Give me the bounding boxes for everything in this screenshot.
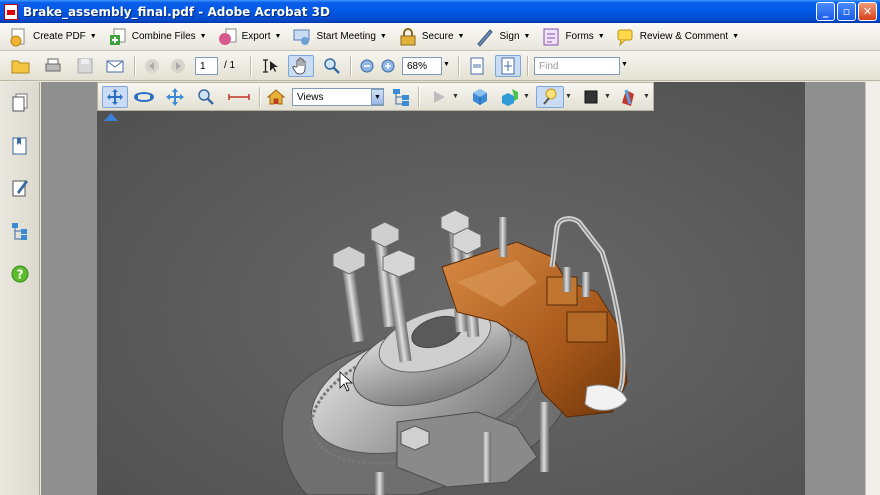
lighting-dropdown-icon[interactable]: ▼ bbox=[565, 93, 572, 100]
document-gutter-right bbox=[805, 82, 865, 495]
cross-section-icon[interactable] bbox=[617, 86, 639, 108]
title-bar: Brake_assembly_final.pdf - Adobe Acrobat… bbox=[0, 0, 880, 23]
projection-cube-icon[interactable] bbox=[469, 86, 491, 108]
open-folder-icon[interactable] bbox=[10, 55, 32, 77]
create-pdf-button[interactable]: Create PDF ▼ bbox=[8, 25, 97, 49]
export-button[interactable]: Export ▼ bbox=[217, 25, 282, 49]
zoom-out-icon[interactable] bbox=[356, 55, 378, 77]
views-select-value: Views bbox=[297, 91, 324, 103]
chevron-down-icon: ▼ bbox=[89, 33, 97, 40]
zoom-in-icon[interactable] bbox=[377, 55, 399, 77]
document-gutter-left bbox=[41, 82, 97, 495]
pages-icon[interactable] bbox=[9, 92, 31, 114]
close-button[interactable]: ✕ bbox=[858, 2, 877, 21]
combine-files-button[interactable]: Combine Files ▼ bbox=[107, 25, 207, 49]
fit-width-icon[interactable] bbox=[466, 55, 488, 77]
sign-button[interactable]: Sign ▼ bbox=[474, 25, 530, 49]
chevron-down-icon: ▼ bbox=[379, 33, 387, 40]
page-total: / 1 bbox=[224, 60, 236, 71]
render-dropdown-icon[interactable]: ▼ bbox=[523, 93, 530, 100]
page-number-input[interactable]: 1 bbox=[195, 57, 218, 75]
home-view-icon[interactable] bbox=[265, 86, 287, 108]
navigation-toolbar: 1 / 1 68% ▼ Find ▼ bbox=[0, 51, 880, 81]
render-mode-icon[interactable] bbox=[499, 86, 521, 108]
cross-section-dropdown-icon[interactable]: ▼ bbox=[643, 93, 650, 100]
rotate-icon[interactable] bbox=[102, 86, 128, 108]
bookmarks-icon[interactable] bbox=[9, 135, 31, 157]
secure-button[interactable]: Secure ▼ bbox=[397, 25, 465, 49]
hand-tool-icon[interactable] bbox=[288, 55, 314, 77]
model-tree-toggle-icon[interactable] bbox=[390, 86, 412, 108]
brake-assembly-model[interactable] bbox=[97, 82, 805, 495]
help-icon[interactable]: ? bbox=[9, 263, 31, 285]
print-icon[interactable] bbox=[42, 55, 64, 77]
toolbar-expand-indicator[interactable] bbox=[104, 113, 118, 121]
combine-files-icon bbox=[107, 26, 129, 48]
previous-page-icon[interactable] bbox=[141, 55, 163, 77]
maximize-button[interactable]: ▫ bbox=[837, 2, 856, 21]
play-animation-icon[interactable] bbox=[428, 86, 450, 108]
zoom-dropdown-icon[interactable]: ▼ bbox=[443, 61, 450, 68]
lighting-icon[interactable] bbox=[536, 86, 564, 108]
forms-icon bbox=[540, 26, 562, 48]
background-color-icon[interactable] bbox=[580, 86, 602, 108]
spin-icon[interactable] bbox=[133, 86, 155, 108]
3d-toolbar: Views ▼ ▼ ▼ ▼ ▼ ▼ bbox=[97, 82, 654, 111]
zoom-level-input[interactable]: 68% bbox=[402, 57, 442, 75]
save-icon[interactable] bbox=[74, 55, 96, 77]
navigation-pane: ? bbox=[0, 82, 40, 495]
select-text-icon[interactable] bbox=[259, 55, 281, 77]
window-title: Brake_assembly_final.pdf - Adobe Acrobat… bbox=[23, 4, 330, 19]
zoom-tool-icon[interactable] bbox=[321, 55, 343, 77]
chevron-down-icon: ▼ bbox=[457, 33, 465, 40]
find-dropdown-icon[interactable]: ▼ bbox=[621, 61, 628, 68]
lock-icon bbox=[397, 26, 419, 48]
svg-text:?: ? bbox=[17, 268, 24, 282]
comments-pen-icon[interactable] bbox=[9, 177, 31, 199]
meeting-icon bbox=[291, 26, 313, 48]
next-page-icon[interactable] bbox=[167, 55, 189, 77]
forms-button[interactable]: Forms ▼ bbox=[540, 25, 605, 49]
pen-icon bbox=[474, 26, 496, 48]
background-dropdown-icon[interactable]: ▼ bbox=[604, 93, 611, 100]
minimize-button[interactable]: _ bbox=[816, 2, 835, 21]
zoom-3d-icon[interactable] bbox=[195, 86, 217, 108]
play-dropdown-icon[interactable]: ▼ bbox=[452, 93, 459, 100]
chevron-down-icon: ▼ bbox=[732, 33, 740, 40]
pdf-app-icon bbox=[4, 3, 18, 20]
chevron-down-icon: ▼ bbox=[597, 33, 605, 40]
views-dropdown-icon[interactable]: ▼ bbox=[371, 89, 384, 105]
create-pdf-icon bbox=[8, 26, 30, 48]
review-comment-button[interactable]: Review & Comment ▼ bbox=[615, 25, 739, 49]
tasks-toolbar: Create PDF ▼ Combine Files ▼ Export ▼ Start… bbox=[0, 23, 880, 51]
window-controls: _ ▫ ✕ bbox=[816, 2, 877, 21]
model-tree-icon[interactable] bbox=[9, 220, 31, 242]
chevron-down-icon: ▼ bbox=[199, 33, 207, 40]
vertical-scrollbar[interactable] bbox=[865, 82, 880, 495]
export-icon bbox=[217, 26, 239, 48]
comment-icon bbox=[615, 26, 637, 48]
fit-page-icon[interactable] bbox=[495, 55, 521, 77]
chevron-down-icon: ▼ bbox=[523, 33, 531, 40]
walk-measure-icon[interactable] bbox=[226, 86, 252, 108]
start-meeting-button[interactable]: Start Meeting ▼ bbox=[291, 25, 387, 49]
chevron-down-icon: ▼ bbox=[274, 33, 282, 40]
email-icon[interactable] bbox=[104, 55, 126, 77]
3d-viewport[interactable] bbox=[97, 82, 805, 495]
pan-icon[interactable] bbox=[164, 86, 186, 108]
find-input[interactable]: Find bbox=[534, 57, 620, 75]
